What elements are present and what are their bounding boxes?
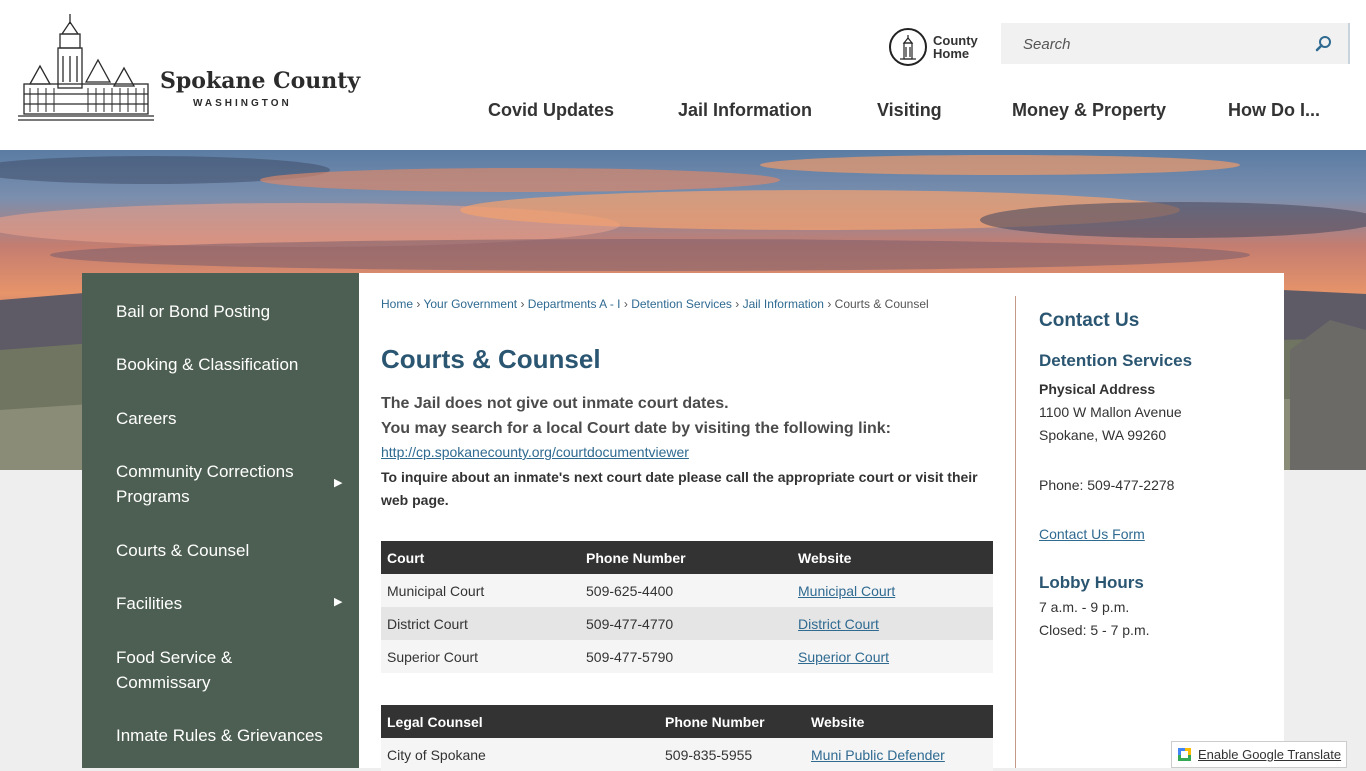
column-header: Legal Counsel — [381, 705, 659, 738]
court-website-link[interactable]: Superior Court — [798, 649, 889, 665]
contact-department: Detention Services — [1039, 351, 1193, 370]
lobby-hours-heading: Lobby Hours — [1039, 573, 1144, 592]
table-cell: 509-625-4400 — [580, 574, 792, 607]
table-row: Superior Court 509-477-5790 Superior Cou… — [381, 640, 993, 673]
courts-table: Court Phone Number Website Municipal Cou… — [381, 541, 993, 673]
counsel-table: Legal Counsel Phone Number Website City … — [381, 705, 993, 771]
table-cell: District Court — [792, 607, 993, 640]
nav-covid-updates[interactable]: Covid Updates — [488, 100, 614, 121]
breadcrumb-your-government[interactable]: Your Government — [423, 297, 517, 311]
table-cell: Superior Court — [381, 640, 580, 673]
county-home-link[interactable]: County Home — [889, 28, 979, 68]
breadcrumb-separator: › — [735, 297, 740, 311]
sidebar-item-community-corrections[interactable]: Community Corrections Programs — [116, 459, 316, 509]
contact-us-form-link[interactable]: Contact Us Form — [1039, 526, 1145, 542]
table-row: District Court 509-477-4770 District Cou… — [381, 607, 993, 640]
intro-text-2: You may search for a local Court date by… — [381, 420, 892, 437]
table-cell: 509-835-5955 — [659, 738, 805, 771]
intro-text-1: The Jail does not give out inmate court … — [381, 395, 729, 412]
sidebar-item-courts-counsel[interactable]: Courts & Counsel — [116, 538, 346, 563]
address-line-2: Spokane, WA 99260 — [1039, 427, 1167, 443]
sidebar-item-food-service[interactable]: Food Service & Commissary — [116, 645, 266, 695]
county-home-icon — [889, 28, 927, 66]
table-header-row: Legal Counsel Phone Number Website — [381, 705, 993, 738]
main-nav: Covid Updates Jail Information Visiting … — [0, 100, 1366, 124]
column-header: Website — [805, 705, 993, 738]
table-row: Municipal Court 509-625-4400 Municipal C… — [381, 574, 993, 607]
breadcrumb-home[interactable]: Home — [381, 297, 413, 311]
contact-heading: Contact Us — [1039, 310, 1140, 331]
breadcrumb-separator: › — [520, 297, 525, 311]
breadcrumb-current: Courts & Counsel — [834, 297, 929, 311]
search-icon — [1315, 36, 1331, 52]
address-label: Physical Address — [1039, 381, 1156, 397]
court-website-link[interactable]: Municipal Court — [798, 583, 895, 599]
site-header: Spokane County WASHINGTON County Home Se… — [0, 0, 1366, 150]
sidebar-item-facilities[interactable]: Facilities — [116, 591, 346, 616]
nav-jail-information[interactable]: Jail Information — [678, 100, 812, 121]
breadcrumb-detention-services[interactable]: Detention Services — [631, 297, 732, 311]
content-divider — [1015, 296, 1016, 768]
lobby-hours-line-2: Closed: 5 - 7 p.m. — [1039, 622, 1150, 638]
table-cell: 509-477-4770 — [580, 607, 792, 640]
county-home-label: County Home — [933, 33, 978, 61]
page-title: Courts & Counsel — [381, 344, 601, 374]
translate-label: Enable Google Translate — [1198, 747, 1342, 762]
court-document-viewer-link[interactable]: http://cp.spokanecounty.org/courtdocumen… — [381, 444, 689, 460]
contact-phone: Phone: 509-477-2278 — [1039, 477, 1175, 493]
column-header: Phone Number — [580, 541, 792, 574]
main-content: Home › Your Government › Departments A -… — [359, 273, 1284, 771]
court-website-link[interactable]: District Court — [798, 616, 879, 632]
google-translate-button[interactable]: Enable Google Translate — [1171, 741, 1347, 768]
address-line-1: 1100 W Mallon Avenue — [1039, 404, 1182, 420]
google-translate-icon — [1178, 748, 1191, 761]
expand-arrow-icon[interactable]: ▶ — [334, 476, 342, 489]
table-cell: Municipal Court — [381, 574, 580, 607]
sidebar-nav: Bail or Bond Posting Booking & Classific… — [82, 273, 359, 768]
column-header: Website — [792, 541, 993, 574]
expand-arrow-icon[interactable]: ▶ — [334, 595, 342, 608]
search-input[interactable] — [1001, 23, 1325, 66]
sidebar-item-inmate-rules[interactable]: Inmate Rules & Grievances — [116, 723, 346, 748]
breadcrumb-separator: › — [416, 297, 421, 311]
sidebar-item-careers[interactable]: Careers — [116, 406, 346, 431]
column-header: Phone Number — [659, 705, 805, 738]
nav-how-do-i[interactable]: How Do I... — [1228, 100, 1320, 121]
table-header-row: Court Phone Number Website — [381, 541, 993, 574]
search-box — [1001, 23, 1350, 66]
search-button[interactable] — [1314, 34, 1334, 54]
table-cell: District Court — [381, 607, 580, 640]
breadcrumb-separator: › — [623, 297, 628, 311]
lobby-hours-line-1: 7 a.m. - 9 p.m. — [1039, 599, 1130, 615]
intro-text-3: To inquire about an inmate's next court … — [381, 469, 978, 508]
breadcrumb: Home › Your Government › Departments A -… — [381, 297, 929, 311]
table-cell: 509-477-5790 — [580, 640, 792, 673]
nav-visiting[interactable]: Visiting — [877, 100, 942, 121]
column-header: Court — [381, 541, 580, 574]
logo-title[interactable]: Spokane County — [160, 68, 360, 94]
table-cell: Superior Court — [792, 640, 993, 673]
breadcrumb-departments[interactable]: Departments A - I — [528, 297, 621, 311]
breadcrumb-separator: › — [827, 297, 832, 311]
nav-money-property[interactable]: Money & Property — [1012, 100, 1166, 121]
table-cell: City of Spokane — [381, 738, 659, 771]
sidebar-item-bail-bond[interactable]: Bail or Bond Posting — [116, 299, 346, 324]
sidebar-item-booking[interactable]: Booking & Classification — [116, 352, 346, 377]
table-row: City of Spokane 509-835-5955 Muni Public… — [381, 738, 993, 771]
table-cell: Municipal Court — [792, 574, 993, 607]
breadcrumb-jail-information[interactable]: Jail Information — [743, 297, 824, 311]
counsel-website-link[interactable]: Muni Public Defender — [811, 747, 945, 763]
table-cell: Muni Public Defender — [805, 738, 993, 771]
